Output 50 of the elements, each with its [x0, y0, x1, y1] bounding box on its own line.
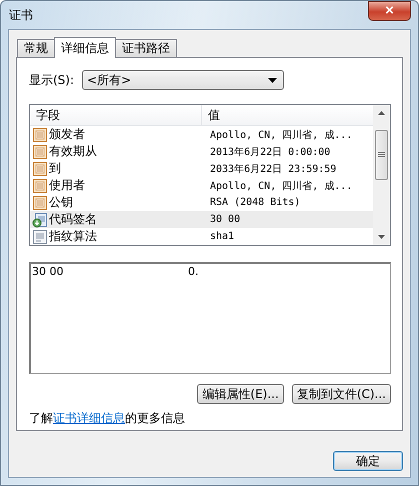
ok-button[interactable]: 确定 [333, 451, 403, 471]
document-icon [32, 228, 48, 244]
field-value: Apollo, CN, 四川省, 成... [209, 128, 352, 142]
field-name: 有效期从 [49, 143, 97, 160]
list-row[interactable]: 指纹算法 sha1 [30, 228, 373, 245]
action-button[interactable]: 编辑属性(E)... [197, 384, 284, 404]
field-name: 使用者 [49, 177, 85, 194]
caret-icon [268, 78, 278, 82]
list-row[interactable]: 到 2033年6月22日 23:59:59 [30, 160, 373, 177]
list-row[interactable]: 公钥 RSA (2048 Bits) [30, 194, 373, 211]
field-name: 代码签名 [49, 211, 97, 228]
tab[interactable]: 常规 [17, 39, 55, 57]
list-row[interactable]: 代码签名 30 00 [30, 211, 373, 228]
field-name: 指纹算法 [49, 228, 97, 245]
document-icon [32, 144, 48, 160]
tab[interactable]: 证书路径 [115, 39, 177, 57]
scroll-up-arrow-icon[interactable] [378, 111, 385, 115]
grip-icon [378, 152, 385, 158]
info-text: 了解证书详细信息的更多信息 [29, 410, 186, 427]
field-name: 颁发者 [49, 126, 85, 143]
column-header[interactable]: 值 [202, 106, 220, 124]
scroll-down-arrow-icon[interactable] [378, 235, 385, 239]
tab[interactable]: 详细信息 [54, 37, 116, 58]
field-value: RSA (2048 Bits) [209, 197, 300, 208]
close-button[interactable]: × [368, 1, 411, 21]
ascii-value: 0. [188, 265, 198, 278]
field-value: sha1 [209, 231, 234, 242]
column-header[interactable]: 字段 [30, 105, 202, 125]
show-label: 显示(S): [29, 72, 74, 88]
scrollbar[interactable] [373, 105, 390, 245]
document-icon [32, 194, 48, 210]
field-name: 到 [49, 160, 61, 177]
action-button[interactable]: 复制到文件(C)... [292, 384, 391, 404]
field-value: Apollo, CN, 四川省, 成... [209, 180, 352, 192]
show-dropdown[interactable]: <所有> [82, 70, 284, 90]
details-link[interactable]: 证书详细信息 [53, 411, 125, 425]
hex-value: 30 00 [32, 265, 64, 278]
document-download-icon [32, 212, 48, 228]
document-icon [32, 126, 48, 142]
list-row[interactable]: 颁发者 Apollo, CN, 四川省, 成... [30, 126, 373, 143]
value-detail-box[interactable]: 30 00 0. [29, 262, 391, 374]
window-title: 证书 [8, 6, 33, 24]
field-value: 30 00 [209, 214, 240, 225]
field-value: 2013年6月22日 0:00:00 [209, 146, 330, 158]
field-value: 2033年6月22日 23:59:59 [209, 162, 336, 176]
list-row[interactable]: 使用者 Apollo, CN, 四川省, 成... [30, 177, 373, 194]
document-icon [32, 178, 48, 194]
document-icon [32, 160, 48, 176]
list-row[interactable]: 有效期从 2013年6月22日 0:00:00 [30, 143, 373, 160]
field-name: 公钥 [49, 194, 73, 211]
